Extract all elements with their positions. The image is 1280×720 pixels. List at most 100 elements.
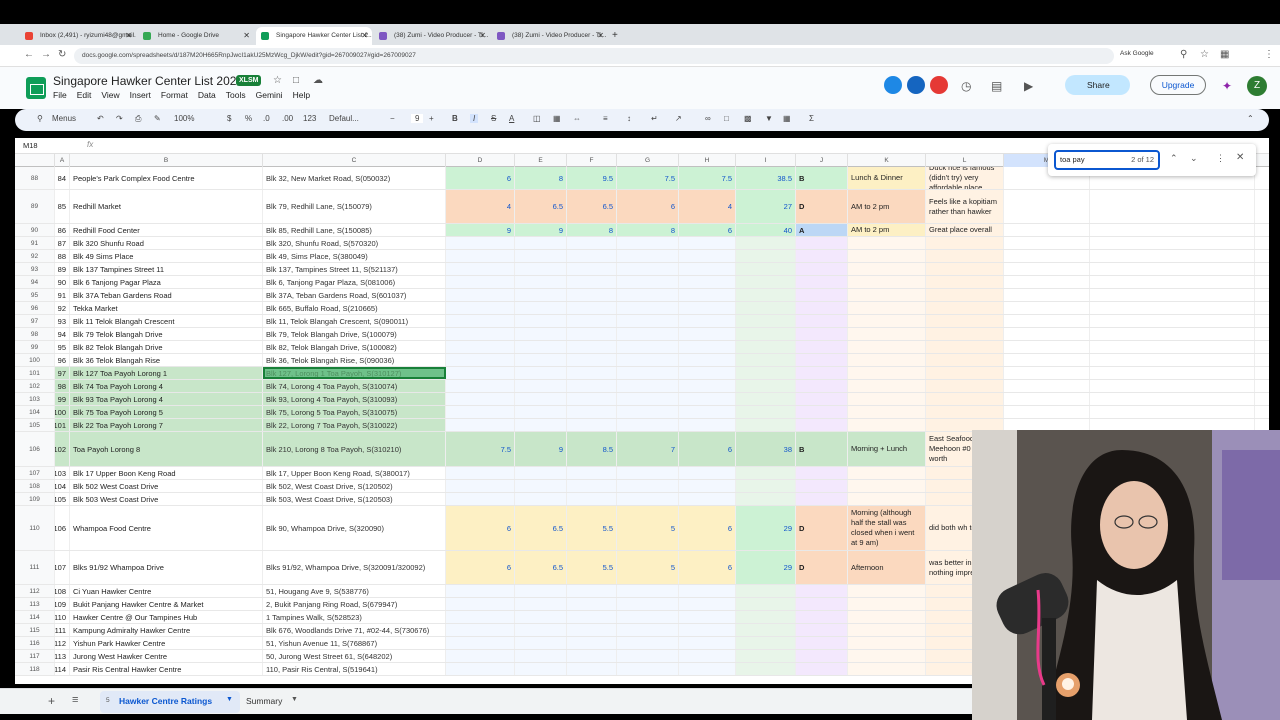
cell-i[interactable] (736, 380, 796, 392)
cell-m[interactable] (1004, 224, 1090, 236)
cell-e[interactable] (515, 493, 567, 505)
cell-m[interactable] (1004, 315, 1090, 327)
collab-avatar-2[interactable] (907, 76, 925, 94)
cell-m[interactable] (1004, 341, 1090, 353)
cell-i[interactable]: 40 (736, 224, 796, 236)
cell-k[interactable] (848, 276, 926, 288)
cell-f[interactable] (567, 624, 617, 636)
cell-a[interactable]: 110 (55, 611, 70, 623)
cell-m[interactable] (1004, 237, 1090, 249)
cell-b[interactable]: People's Park Complex Food Centre (70, 167, 263, 189)
cell-d[interactable] (446, 419, 515, 431)
cell-b[interactable]: Blk 93 Toa Payoh Lorong 4 (70, 393, 263, 405)
cell-g[interactable] (617, 237, 679, 249)
cell-d[interactable] (446, 289, 515, 301)
cell-k[interactable] (848, 250, 926, 262)
cell-j[interactable] (796, 328, 848, 340)
find-input[interactable]: toa pay 2 of 12 (1054, 150, 1160, 170)
cell-j[interactable]: D (796, 551, 848, 584)
cell-n[interactable] (1090, 367, 1255, 379)
menu-tools[interactable]: Tools (226, 90, 246, 100)
cell-a[interactable]: 84 (55, 167, 70, 189)
cell-a[interactable]: 95 (55, 341, 70, 353)
cell-a[interactable]: 104 (55, 480, 70, 492)
cell-d[interactable] (446, 467, 515, 479)
cell-e[interactable] (515, 250, 567, 262)
reload-icon[interactable]: ↻ (58, 49, 66, 60)
cell-b[interactable]: Blk 82 Telok Blangah Drive (70, 341, 263, 353)
cell-e[interactable] (515, 480, 567, 492)
cell-l[interactable] (926, 302, 1004, 314)
cell-k[interactable]: Morning + Lunch (848, 432, 926, 466)
cell-b[interactable]: Blk 79 Telok Blangah Drive (70, 328, 263, 340)
undo-icon[interactable]: ↶ (97, 114, 104, 123)
cell-k[interactable] (848, 419, 926, 431)
cell-a[interactable]: 106 (55, 506, 70, 550)
cell-g[interactable]: 5 (617, 551, 679, 584)
cell-j[interactable] (796, 493, 848, 505)
cell-a[interactable]: 98 (55, 380, 70, 392)
cell-d[interactable] (446, 315, 515, 327)
cell-e[interactable] (515, 637, 567, 649)
currency-format[interactable]: $ (227, 114, 231, 123)
cell-h[interactable]: 6 (679, 432, 736, 466)
cell-c[interactable]: Blk 49, Sims Place, S(380049) (263, 250, 446, 262)
cell-g[interactable] (617, 585, 679, 597)
cell-f[interactable] (567, 406, 617, 418)
decrease-decimal[interactable]: .0 (263, 114, 270, 123)
cell-n[interactable] (1090, 190, 1255, 223)
cell-j[interactable] (796, 611, 848, 623)
increase-decimal[interactable]: .00 (282, 114, 293, 123)
cell-n[interactable] (1090, 276, 1255, 288)
cell-j[interactable] (796, 480, 848, 492)
cell-c[interactable]: Blk 665, Buffalo Road, S(210665) (263, 302, 446, 314)
cell-f[interactable]: 8 (567, 224, 617, 236)
cell-c[interactable]: Blk 503, West Coast Drive, S(120503) (263, 493, 446, 505)
cell-b[interactable]: Blk 36 Telok Blangah Rise (70, 354, 263, 366)
cell-j[interactable] (796, 406, 848, 418)
menu-gemini[interactable]: Gemini (256, 90, 283, 100)
cell-d[interactable] (446, 276, 515, 288)
cell-c[interactable]: 50, Jurong West Street 61, S(648202) (263, 650, 446, 662)
cell-j[interactable] (796, 276, 848, 288)
cell-g[interactable]: 5 (617, 506, 679, 550)
column-header[interactable]: H (679, 154, 736, 167)
column-header[interactable]: K (848, 154, 926, 167)
cell-m[interactable] (1004, 380, 1090, 392)
cell-i[interactable] (736, 263, 796, 275)
cell-b[interactable]: Blk 74 Toa Payoh Lorong 4 (70, 380, 263, 392)
cell-k[interactable] (848, 393, 926, 405)
sheets-logo[interactable] (26, 77, 46, 99)
cell-l[interactable]: Great place overall (926, 224, 1004, 236)
cell-e[interactable]: 9 (515, 432, 567, 466)
cell-g[interactable]: 7.5 (617, 167, 679, 189)
cell-j[interactable]: A (796, 224, 848, 236)
cell-e[interactable]: 6.5 (515, 190, 567, 223)
cell-d[interactable] (446, 637, 515, 649)
cell-c[interactable]: Blk 93, Lorong 4 Toa Payoh, S(310093) (263, 393, 446, 405)
all-sheets-icon[interactable]: ≡ (72, 694, 78, 706)
cell-h[interactable]: 4 (679, 190, 736, 223)
cell-d[interactable]: 7.5 (446, 432, 515, 466)
cell-g[interactable] (617, 328, 679, 340)
cell-d[interactable] (446, 585, 515, 597)
cell-a[interactable]: 101 (55, 419, 70, 431)
cell-g[interactable] (617, 650, 679, 662)
cell-b[interactable]: Jurong West Hawker Centre (70, 650, 263, 662)
cell-c[interactable]: Blk 82, Telok Blangah Drive, S(100082) (263, 341, 446, 353)
cell-b[interactable]: Blk 137 Tampines Street 11 (70, 263, 263, 275)
cell-g[interactable] (617, 480, 679, 492)
cell-i[interactable] (736, 289, 796, 301)
cell-f[interactable] (567, 328, 617, 340)
cell-d[interactable] (446, 480, 515, 492)
cell-b[interactable]: Blk 22 Toa Payoh Lorong 7 (70, 419, 263, 431)
cell-c[interactable]: Blk 79, Telok Blangah Drive, S(100079) (263, 328, 446, 340)
cell-c[interactable]: Blk 75, Lorong 5 Toa Payoh, S(310075) (263, 406, 446, 418)
cell-j[interactable]: D (796, 506, 848, 550)
cell-f[interactable]: 5.5 (567, 551, 617, 584)
cell-g[interactable] (617, 367, 679, 379)
text-rotation-icon[interactable]: ↗ (675, 114, 682, 123)
cell-k[interactable] (848, 302, 926, 314)
cell-k[interactable] (848, 315, 926, 327)
collab-avatar-1[interactable] (884, 76, 902, 94)
